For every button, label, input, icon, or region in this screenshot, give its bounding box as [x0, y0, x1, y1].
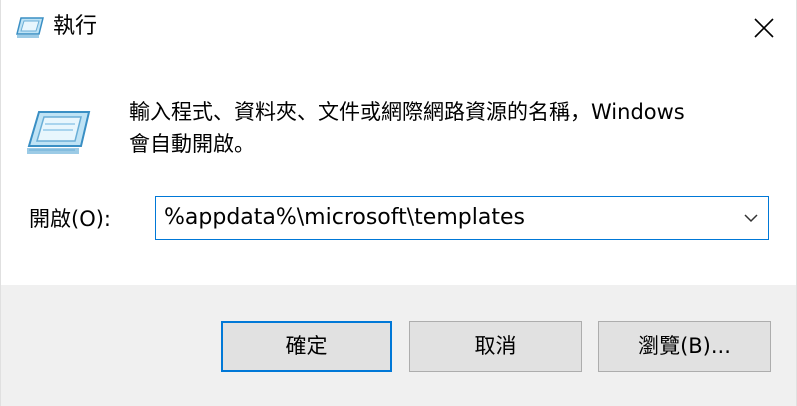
- button-bar: 確定 取消 瀏覽(B)...: [1, 285, 796, 406]
- run-dialog: 執行 輸入程式、資料夾、文件或網際網路資源的名稱，Windows 會自動開啟。 …: [0, 0, 797, 406]
- ok-button[interactable]: 確定: [221, 321, 392, 372]
- dialog-body: 輸入程式、資料夾、文件或網際網路資源的名稱，Windows 會自動開啟。 開啟(…: [1, 56, 796, 285]
- close-icon: [754, 18, 774, 38]
- title-bar[interactable]: 執行: [1, 0, 796, 56]
- description-line-2: 會自動開啟。: [129, 132, 255, 156]
- cancel-button[interactable]: 取消: [409, 321, 582, 372]
- run-icon: [25, 106, 91, 162]
- run-app-icon: [15, 14, 45, 40]
- description-text: 輸入程式、資料夾、文件或網際網路資源的名稱，Windows 會自動開啟。: [129, 96, 779, 160]
- command-input[interactable]: %appdata%\microsoft\templates: [164, 202, 525, 234]
- open-label: 開啟(O):: [29, 207, 111, 231]
- command-combobox[interactable]: %appdata%\microsoft\templates: [155, 196, 769, 240]
- description-line-1: 輸入程式、資料夾、文件或網際網路資源的名稱，Windows: [129, 100, 685, 124]
- browse-button[interactable]: 瀏覽(B)...: [598, 321, 771, 372]
- chevron-down-icon[interactable]: [742, 209, 760, 227]
- window-title: 執行: [53, 14, 98, 39]
- close-button[interactable]: [732, 0, 796, 56]
